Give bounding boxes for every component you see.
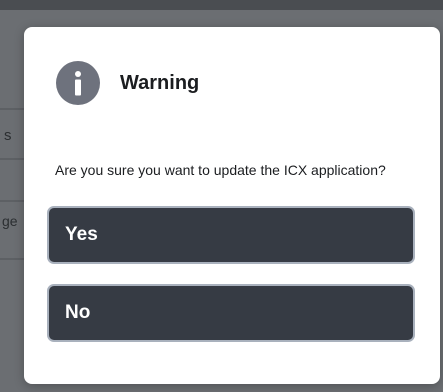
info-icon xyxy=(56,61,100,105)
no-button[interactable]: No xyxy=(47,284,415,342)
yes-button[interactable]: Yes xyxy=(47,206,415,264)
dialog-message: Are you sure you want to update the ICX … xyxy=(55,162,386,178)
yes-button-label: Yes xyxy=(65,224,98,245)
background-text-fragment: s xyxy=(4,127,12,144)
dialog-title: Warning xyxy=(120,71,200,94)
background-top-bar xyxy=(0,0,443,10)
background-text-fragment: ge xyxy=(2,213,18,229)
warning-dialog: Warning Are you sure you want to update … xyxy=(24,27,440,384)
no-button-label: No xyxy=(65,302,91,323)
dialog-header: Warning xyxy=(56,61,199,105)
